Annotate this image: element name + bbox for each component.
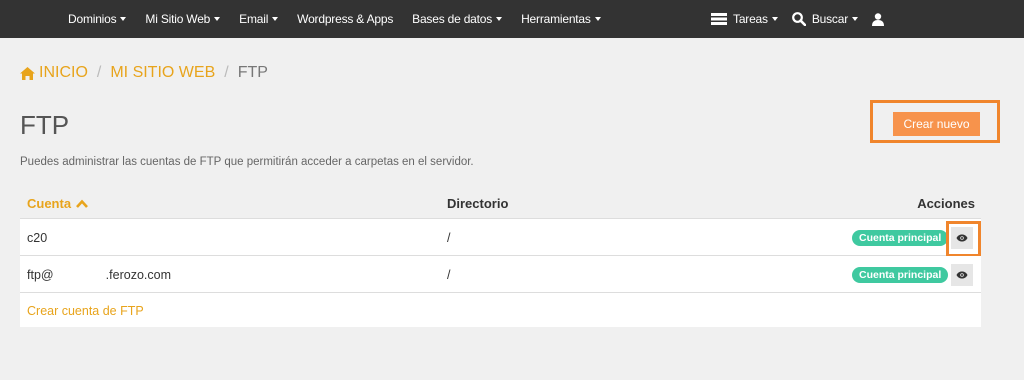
menu-dominios[interactable]: Dominios [68,12,127,26]
menu-bases-de-datos[interactable]: Bases de datos [412,12,503,26]
caret-down-icon [120,17,127,21]
breadcrumb-site[interactable]: MI SITIO WEB [110,64,215,82]
menu-wordpress-apps[interactable]: Wordpress & Apps [297,12,393,26]
ftp-accounts-table: Cuenta Directorio Acciones c20 / Cuenta … [20,188,981,327]
highlight-box [946,221,981,257]
menu-tareas[interactable]: Tareas [711,12,778,26]
table-header: Cuenta Directorio Acciones [20,188,981,219]
table-row: ftp@ .ferozo.com / Cuenta principal [20,256,981,293]
right-menu: Tareas Buscar [711,0,904,38]
menu-label: Tareas [733,12,768,26]
main-account-badge: Cuenta principal [852,230,949,246]
view-account-button[interactable] [951,264,973,286]
account-name: c20 [27,231,48,245]
main-content: INICIO / MI SITIO WEB / FTP FTP Crear nu… [0,38,1024,380]
account-directory: / [447,231,451,245]
tasks-icon [711,13,728,25]
breadcrumb: INICIO / MI SITIO WEB / FTP [20,64,268,82]
column-header-actions: Acciones [917,196,975,211]
menu-label: Herramientas [521,12,591,26]
caret-down-icon [771,17,778,21]
account-directory: / [447,268,451,282]
menu-email[interactable]: Email [239,12,279,26]
column-header-directory: Directorio [447,196,509,211]
account-name: ftp@ .ferozo.com [27,268,171,282]
page-title: FTP [20,110,70,140]
menu-buscar[interactable]: Buscar [791,12,858,26]
column-header-account[interactable]: Cuenta [27,196,89,211]
table-footer: Crear cuenta de FTP [20,293,981,327]
main-menu: Dominios Mi Sitio Web Email Wordpress & … [68,0,620,38]
search-icon [791,12,806,26]
menu-label: Wordpress & Apps [297,12,394,26]
caret-down-icon [214,17,221,21]
breadcrumb-separator: / [96,64,102,81]
page-description: Puedes administrar las cuentas de FTP qu… [20,156,474,168]
menu-label: Bases de datos [412,12,493,26]
user-menu[interactable] [872,12,890,26]
menu-herramientas[interactable]: Herramientas [521,12,601,26]
main-account-badge: Cuenta principal [852,267,949,283]
home-icon [20,66,35,80]
breadcrumb-separator: / [224,64,229,81]
menu-label: Mi Sitio Web [145,12,211,26]
menu-label: Email [239,12,269,26]
create-new-button[interactable]: Crear nuevo [893,112,980,136]
chevron-up-icon [76,199,89,208]
caret-down-icon [496,17,503,21]
breadcrumb-home-label: INICIO [39,64,88,81]
create-ftp-account-link[interactable]: Crear cuenta de FTP [27,304,144,318]
menu-label: Dominios [68,12,117,26]
eye-icon [956,271,968,279]
caret-down-icon [272,17,279,21]
top-navbar: Dominios Mi Sitio Web Email Wordpress & … [0,0,1024,38]
user-icon [872,12,884,26]
breadcrumb-current: FTP [237,64,268,81]
menu-mi-sitio-web[interactable]: Mi Sitio Web [145,12,221,26]
caret-down-icon [594,17,601,21]
caret-down-icon [852,17,858,21]
table-row: c20 / Cuenta principal [20,219,981,257]
column-header-label: Cuenta [27,196,72,211]
breadcrumb-home[interactable]: INICIO [20,64,88,82]
menu-label: Buscar [811,12,848,26]
